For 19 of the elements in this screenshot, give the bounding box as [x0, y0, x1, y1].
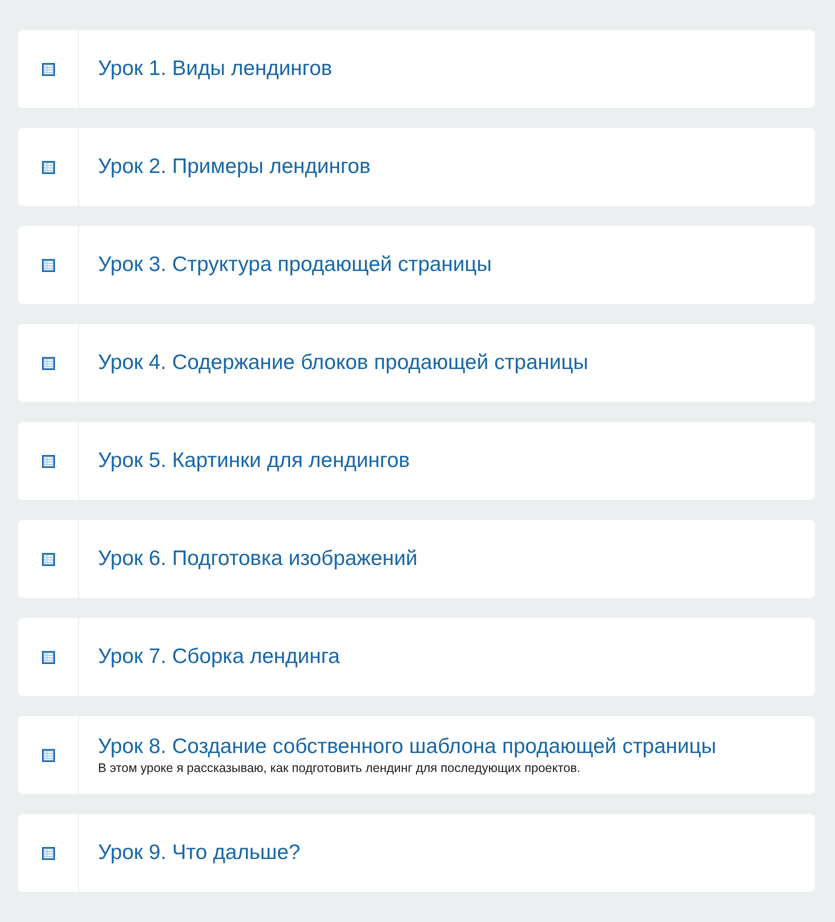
lesson-title-link[interactable]: Урок 7. Сборка лендинга [98, 644, 340, 670]
lesson-title-link[interactable]: Урок 9. Что дальше? [98, 840, 300, 866]
document-list-icon [42, 62, 54, 76]
lesson-description: В этом уроке я рассказываю, как подготовить лендинг для последующих проектов. [98, 760, 580, 776]
lesson-title-link[interactable]: Урок 3. Структура продающей страницы [98, 252, 492, 278]
lesson-title-link[interactable]: Урок 2. Примеры лендингов [98, 154, 370, 180]
document-list-icon [42, 748, 54, 762]
lesson-title-link[interactable]: Урок 8. Создание собственного шаблона продающей страницы [98, 734, 716, 760]
lesson-title-link[interactable]: Урок 1. Виды лендингов [98, 56, 332, 82]
document-list-icon [42, 846, 54, 860]
document-list-icon [42, 650, 54, 664]
lesson-title-link[interactable]: Урок 5. Картинки для лендингов [98, 448, 410, 474]
lesson-title-link[interactable]: Урок 4. Содержание блоков продающей страницы [98, 350, 588, 376]
document-list-icon [42, 356, 54, 370]
document-list-icon [42, 160, 54, 174]
document-list-icon [42, 258, 54, 272]
lesson-title-link[interactable]: Урок 6. Подготовка изображений [98, 546, 418, 572]
document-list-icon [42, 552, 54, 566]
document-list-icon [42, 454, 54, 468]
